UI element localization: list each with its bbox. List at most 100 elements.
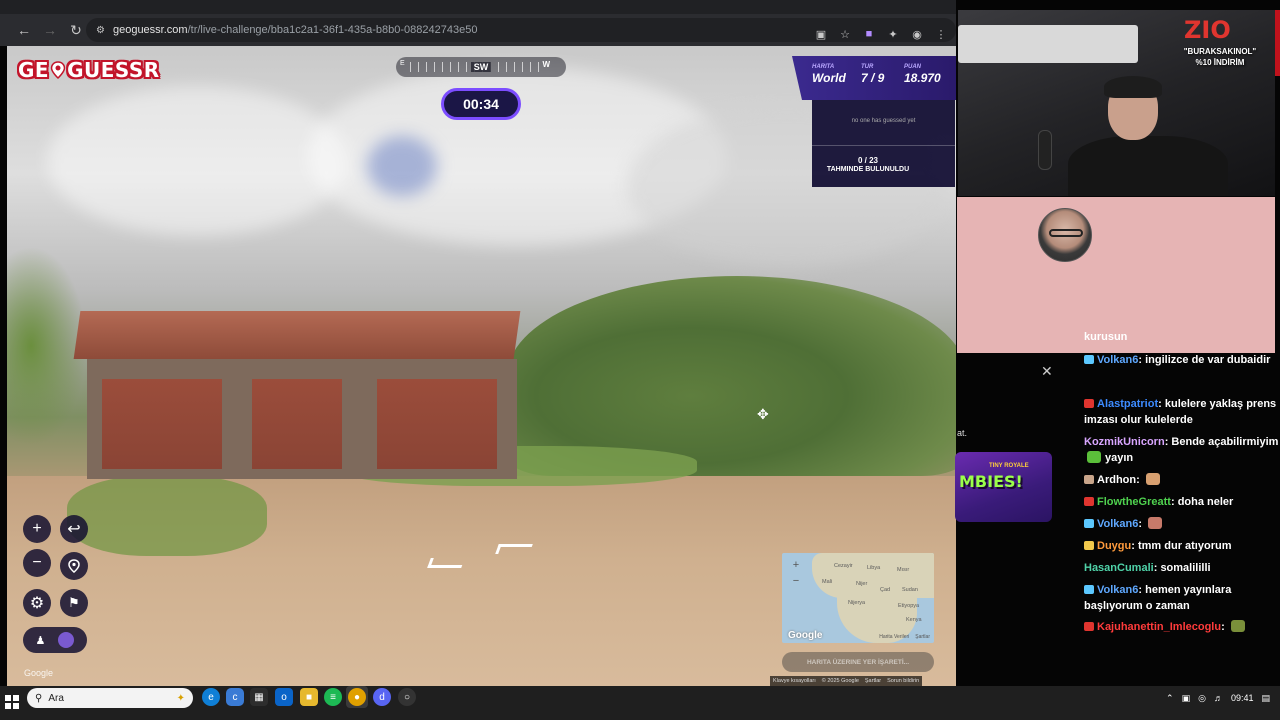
stat-value-score: 18.970 <box>904 71 941 85</box>
close-icon[interactable]: ✕ <box>1041 363 1053 380</box>
copilot-icon: ✦ <box>176 692 185 704</box>
reload-icon[interactable]: ↻ <box>64 18 88 42</box>
site-info-icon[interactable]: ⚙ <box>96 25 105 36</box>
volume-icon[interactable]: ♬ <box>1214 693 1223 703</box>
menu-dots-icon[interactable]: ⋮ <box>934 27 948 41</box>
chat-badge-icon <box>1084 355 1094 364</box>
chat-emote-icon <box>1145 473 1160 485</box>
cast-icon[interactable]: ▣ <box>814 27 828 41</box>
return-to-start-button[interactable] <box>60 552 88 580</box>
map-data-link[interactable]: Harita Verileri <box>879 634 909 640</box>
sponsor-discount: %10 İNDİRİM <box>1195 58 1245 67</box>
google-watermark: Google <box>24 668 54 678</box>
file-explorer-icon[interactable]: ■ <box>300 688 318 706</box>
map-terms-link[interactable]: Şartlar <box>915 634 930 640</box>
discord-icon[interactable]: d <box>373 688 391 706</box>
move-arrow-right[interactable] <box>495 544 533 554</box>
browser-tab-strip <box>0 0 956 14</box>
chat-username[interactable]: Alastpatriot <box>1097 398 1158 410</box>
copilot-app-icon[interactable]: c <box>226 688 244 706</box>
flag-button[interactable]: ⚑ <box>60 589 88 617</box>
chat-text-suffix: yayın <box>1105 452 1134 464</box>
game-status-panel: HARITA World TUR 7 / 9 PUAN 18.970 <box>792 56 956 100</box>
chat-emote-icon <box>1087 451 1101 463</box>
taskbar-search[interactable]: ⚲ Ara ✦ <box>27 688 193 708</box>
chat-username[interactable]: Volkan6 <box>1097 584 1138 596</box>
chat-message-partial: kurusun <box>1084 331 1128 343</box>
bookmark-star-icon[interactable]: ☆ <box>838 27 852 41</box>
browser-toolbar: ← → ↻ ⚙ geoguessr.com/tr/live-challenge/… <box>0 14 956 46</box>
chat-message: Kajuhanettin_Imlecoglu: <box>1084 619 1280 635</box>
undo-move-button[interactable]: ↩ <box>60 515 88 543</box>
notification-icon[interactable]: ▤ <box>1261 693 1270 704</box>
extensions-puzzle-icon[interactable]: ✦ <box>886 27 900 41</box>
compass: E SW W <box>396 57 566 77</box>
chat-username[interactable]: Volkan6 <box>1097 518 1138 530</box>
microphone-icon[interactable]: ◎ <box>1198 693 1206 704</box>
zoom-in-button[interactable]: + <box>23 515 51 543</box>
outlook-icon[interactable]: o <box>275 688 293 706</box>
guess-count: 0 / 23 <box>857 156 878 165</box>
edge-icon[interactable]: e <box>202 688 220 706</box>
keyboard-shortcuts-link[interactable]: Klavye kısayolları <box>773 678 816 684</box>
chevron-up-icon[interactable]: ⌃ <box>1166 693 1174 704</box>
chat-username[interactable]: FlowtheGreatt <box>1097 496 1171 508</box>
chat-username[interactable]: Duygu <box>1097 540 1131 552</box>
chat-message: Volkan6: hemen yayınlara başlıyorum o za… <box>1084 584 1232 612</box>
map-zoom-in[interactable]: + <box>790 559 802 571</box>
forward-icon[interactable]: → <box>38 18 62 42</box>
chat-username[interactable]: HasanCumali <box>1084 562 1154 574</box>
zoom-out-button[interactable]: − <box>23 549 51 577</box>
chrome-icon[interactable]: ● <box>348 688 366 706</box>
profile-icon[interactable]: ◉ <box>910 27 924 41</box>
chat-message: HasanCumali: somalililli <box>1084 562 1211 574</box>
back-icon[interactable]: ← <box>12 18 36 42</box>
extension-twitch-icon[interactable]: ■ <box>862 27 876 41</box>
terms-link[interactable]: Şartlar <box>865 678 881 684</box>
search-icon: ⚲ <box>35 692 43 704</box>
store-icon[interactable]: ▦ <box>250 688 268 706</box>
system-tray: ⌃ ▣ ◎ ♬ 09:41 ▤ <box>1166 689 1270 707</box>
geoguessr-logo[interactable]: GE GUESSR <box>18 58 160 82</box>
obs-icon[interactable]: ○ <box>398 688 416 706</box>
chat-username[interactable]: KozmikUnicorn <box>1084 436 1165 448</box>
chat-username[interactable]: Ardhon <box>1097 474 1136 486</box>
move-arrow-left[interactable] <box>427 558 465 568</box>
players-icon: ♟ <box>35 634 46 647</box>
guess-minimap[interactable]: Cezayir Libya Mısır Mali Nijer Çad Sudan… <box>782 553 934 643</box>
building <box>73 301 527 501</box>
chat-message: Volkan6: ingilizce de var dubaidir <box>1084 352 1280 368</box>
chat-emote-icon <box>1230 620 1245 632</box>
map-zoom-out[interactable]: − <box>790 575 802 587</box>
chat-badge-icon <box>1084 541 1094 550</box>
guess-count-label: TAHMINDE BULUNULDU <box>826 166 910 173</box>
url-text: geoguessr.com/tr/live-challenge/bba1c2a1… <box>112 24 478 36</box>
report-link[interactable]: Sorun bildirin <box>887 678 919 684</box>
chat-username[interactable]: Volkan6 <box>1097 354 1138 366</box>
address-bar[interactable]: ⚙ geoguessr.com/tr/live-challenge/bba1c2… <box>86 18 956 42</box>
spotify-icon[interactable]: ≡ <box>324 688 342 706</box>
cursor-move-icon: ✥ <box>757 406 769 422</box>
start-button[interactable] <box>5 695 19 709</box>
chat-badge-icon <box>1084 497 1094 506</box>
players-button[interactable]: ♟ <box>23 627 87 653</box>
chat-text: tmm dur atıyorum <box>1137 540 1232 552</box>
chat-text: doha neler <box>1177 496 1234 508</box>
chat-message: FlowtheGreatt: doha neler <box>1084 494 1280 510</box>
compass-heading: SW <box>470 62 492 72</box>
settings-button[interactable]: ⚙ <box>23 589 51 617</box>
chat-text: ingilizce de var dubaidir <box>1145 354 1271 366</box>
place-marker-button[interactable]: HARITA ÜZERINE YER İŞARETİ... <box>782 652 934 672</box>
chat-badge-icon <box>1084 622 1094 631</box>
clock[interactable]: 09:41 <box>1231 693 1254 703</box>
panel-partial-text: at. <box>957 428 968 438</box>
network-icon[interactable]: ▣ <box>1182 693 1191 704</box>
round-timer: 00:34 <box>441 88 521 120</box>
windows-taskbar: ⚲ Ara ✦ e c ▦ o ■ ≡ ● d ○ ⌃ ▣ ◎ ♬ 09:41 … <box>0 686 1280 720</box>
sponsor-code: "BURAKSAKINOL" <box>1183 47 1257 56</box>
game-promo-card[interactable]: TINY ROYALE MBIES! <box>955 452 1052 522</box>
guesses-panel: no one has guessed yet 0 / 23 TAHMINDE B… <box>812 100 955 187</box>
stat-value-round: 7 / 9 <box>861 71 885 85</box>
chat-username[interactable]: Kajuhanettin_Imlecoglu <box>1097 621 1221 633</box>
pin-icon <box>50 61 66 79</box>
